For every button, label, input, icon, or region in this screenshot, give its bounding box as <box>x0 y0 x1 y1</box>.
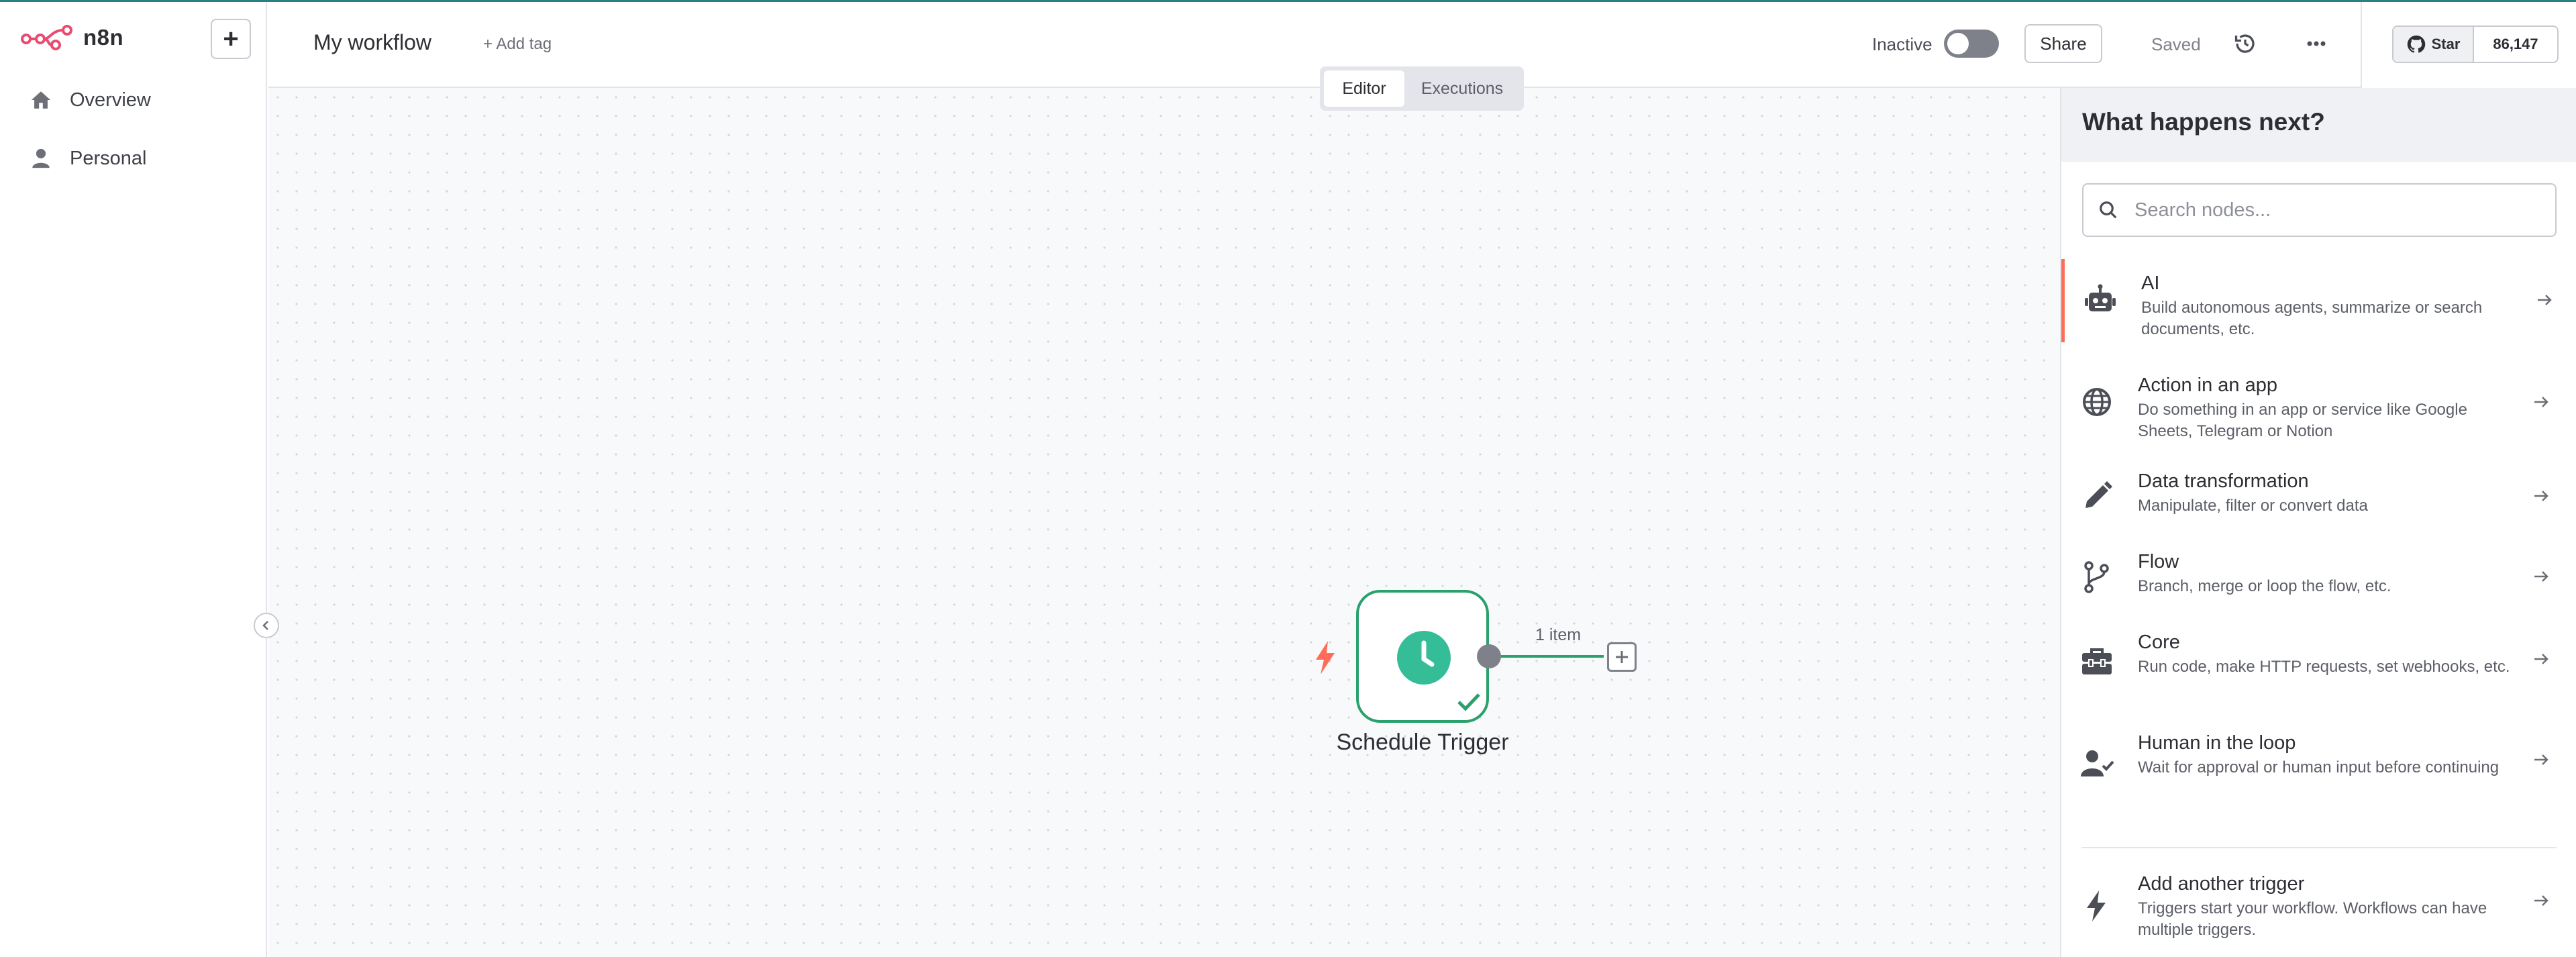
category-title: Human in the loop <box>2138 732 2296 754</box>
toggle-knob <box>1947 33 1969 54</box>
panel-divider <box>2082 847 2557 848</box>
connection-edge[interactable] <box>1500 655 1604 658</box>
arrow-right-icon <box>2534 571 2548 582</box>
toolbox-icon <box>2082 648 2112 674</box>
category-action-in-app[interactable]: Action in an app Do something in an app … <box>2061 360 2576 443</box>
category-description: Wait for approval or human input before … <box>2138 758 2500 776</box>
github-star-text: Star <box>2431 36 2461 52</box>
category-title: Action in an app <box>2138 374 2277 396</box>
editor-mode-switch: Editor Executions <box>1320 66 1524 111</box>
active-toggle[interactable] <box>1944 30 1999 58</box>
sidebar-collapse-button[interactable] <box>254 613 279 638</box>
category-data-transformation[interactable]: Data transformation Manipulate, filter o… <box>2061 464 2576 528</box>
github-icon <box>2407 35 2425 53</box>
category-human-in-the-loop[interactable]: Human in the loop Wait for approval or h… <box>2061 725 2576 809</box>
arrow-right-icon <box>2538 295 2552 305</box>
chevron-left-icon <box>262 621 268 630</box>
sidebar-item-overview[interactable]: Overview <box>30 89 151 111</box>
success-check-icon <box>1457 693 1480 711</box>
home-icon <box>31 91 51 109</box>
history-icon[interactable] <box>2233 32 2257 56</box>
node-creator-panel: What happens next? AI Build autonomous a… <box>2060 88 2576 957</box>
category-core[interactable]: Core Run code, make HTTP requests, set w… <box>2061 625 2576 708</box>
sidebar-item-label: Overview <box>70 89 151 111</box>
arrow-right-icon <box>2534 754 2548 765</box>
node-output-handle[interactable] <box>1477 644 1501 668</box>
robot-icon <box>2085 284 2116 311</box>
trigger-description: Triggers start your workflow. Workflows … <box>2138 899 2487 939</box>
tab-executions[interactable]: Executions <box>1404 70 1520 107</box>
github-star-label[interactable]: Star <box>2393 27 2474 62</box>
github-star-button[interactable]: Star 86,147 <box>2392 26 2559 63</box>
add-tag-link[interactable]: + Add tag <box>483 35 552 54</box>
app-logo[interactable]: n8n <box>20 22 123 53</box>
category-description: Manipulate, filter or convert data <box>2138 497 2368 515</box>
n8n-logo-icon <box>21 25 72 50</box>
category-ai[interactable]: AI Build autonomous agents, summarize or… <box>2061 259 2576 342</box>
active-status-label: Inactive <box>1872 34 1933 54</box>
app-name: n8n <box>83 25 124 50</box>
arrow-right-icon <box>2534 397 2548 407</box>
bolt-icon <box>2087 891 2106 921</box>
trigger-title: Add another trigger <box>2138 873 2305 895</box>
clock-icon <box>1397 631 1451 685</box>
category-title: AI <box>2141 272 2160 294</box>
workflow-canvas[interactable]: Editor Executions 1 item Schedule Trigge… <box>268 66 2060 957</box>
workflow-name[interactable]: My workflow <box>313 30 431 55</box>
arrow-right-icon <box>2534 491 2548 501</box>
category-description: Run code, make HTTP requests, set webhoo… <box>2138 658 2510 676</box>
share-button[interactable]: Share <box>2024 24 2102 63</box>
search-nodes-box[interactable] <box>2082 183 2557 237</box>
saved-status: Saved <box>2151 34 2201 54</box>
globe-icon <box>2083 388 2111 416</box>
category-flow[interactable]: Flow Branch, merge or loop the flow, etc… <box>2061 544 2576 609</box>
schedule-trigger-node[interactable] <box>1356 590 1489 723</box>
user-icon <box>32 148 50 168</box>
category-description: Branch, merge or loop the flow, etc. <box>2138 577 2391 595</box>
category-title: Data transformation <box>2138 470 2309 492</box>
panel-header: What happens next? <box>2061 88 2576 162</box>
branch-icon <box>2084 561 2109 593</box>
arrow-right-icon <box>2534 654 2548 664</box>
sidebar: n8n + Overview Personal <box>0 2 267 957</box>
node-name-label: Schedule Trigger <box>1336 729 1509 755</box>
more-options-icon[interactable] <box>2302 32 2331 56</box>
add-node-button[interactable] <box>1607 642 1637 672</box>
arrow-right-icon <box>2534 895 2548 906</box>
plus-icon <box>1616 651 1628 663</box>
github-star-area: Star 86,147 <box>2361 2 2576 88</box>
panel-title: What happens next? <box>2082 108 2325 136</box>
pencil-icon <box>2085 481 2112 508</box>
trigger-bolt-icon <box>1316 641 1335 674</box>
category-title: Flow <box>2138 551 2179 572</box>
edge-item-count: 1 item <box>1535 625 1582 644</box>
search-nodes-input[interactable] <box>2134 199 2537 221</box>
category-description: Build autonomous agents, summarize or se… <box>2141 299 2483 338</box>
sidebar-item-personal[interactable]: Personal <box>30 147 146 170</box>
category-title: Core <box>2138 632 2180 653</box>
tab-editor[interactable]: Editor <box>1324 70 1404 107</box>
github-star-count[interactable]: 86,147 <box>2474 27 2557 62</box>
category-description: Do something in an app or service like G… <box>2138 401 2467 440</box>
user-check-icon <box>2081 750 2114 776</box>
sidebar-item-label: Personal <box>70 147 147 169</box>
add-another-trigger[interactable]: Add another trigger Triggers start your … <box>2061 866 2576 950</box>
create-new-button[interactable]: + <box>211 19 251 59</box>
search-icon <box>2100 201 2117 219</box>
